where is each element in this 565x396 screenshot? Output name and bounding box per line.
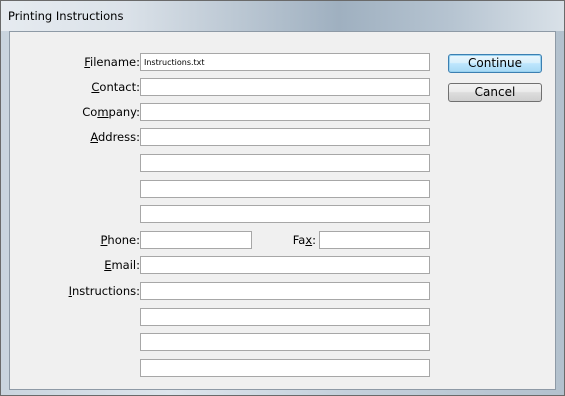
instructions-label: Instructions: xyxy=(68,284,140,298)
dialog-window: Printing Instructions Filename: Contact:… xyxy=(0,0,565,396)
phone-field[interactable] xyxy=(140,231,252,249)
cancel-button[interactable]: Cancel xyxy=(448,83,542,102)
instructions-line-4-field[interactable] xyxy=(140,359,430,377)
contact-field[interactable] xyxy=(140,78,430,96)
filename-label: Filename: xyxy=(84,55,140,69)
filename-field[interactable] xyxy=(140,53,430,71)
address-line-1-field[interactable] xyxy=(140,128,430,146)
fax-label: Fax: xyxy=(292,233,316,247)
address-line-4-field[interactable] xyxy=(140,205,430,223)
dialog-body: Filename: Contact: Company: Address: Pho… xyxy=(9,31,556,390)
continue-button[interactable]: Continue xyxy=(448,54,542,73)
company-label: Company: xyxy=(82,105,140,119)
instructions-line-3-field[interactable] xyxy=(140,333,430,351)
email-label: Email: xyxy=(104,258,140,272)
fax-field[interactable] xyxy=(319,231,430,249)
company-field[interactable] xyxy=(140,103,430,121)
instructions-line-1-field[interactable] xyxy=(140,282,430,300)
address-label: Address: xyxy=(90,130,140,144)
phone-label: Phone: xyxy=(100,233,140,247)
address-line-3-field[interactable] xyxy=(140,180,430,198)
instructions-line-2-field[interactable] xyxy=(140,308,430,326)
email-field[interactable] xyxy=(140,256,430,274)
address-line-2-field[interactable] xyxy=(140,154,430,172)
title-bar[interactable]: Printing Instructions xyxy=(1,1,564,31)
window-title: Printing Instructions xyxy=(8,9,124,23)
contact-label: Contact: xyxy=(91,80,140,94)
